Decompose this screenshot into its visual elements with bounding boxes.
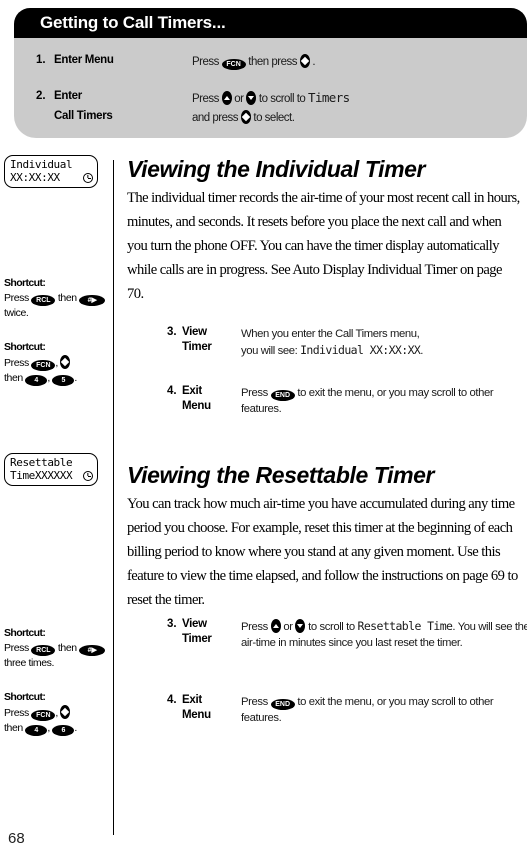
select-key-icon (299, 54, 310, 68)
individual-step-3-line1: When you enter the Call Timers menu, (241, 328, 420, 340)
individual-step-3-description: When you enter the Call Timers menu, you… (241, 326, 527, 359)
callout-step-2-name: Enter (54, 90, 82, 102)
shortcut-block-1: Shortcut: Press RCL then #▶ twice. (4, 276, 108, 321)
callout-step-2-description-line1: Press or to scroll to Timers (192, 90, 350, 105)
individual-step-3-name-line2: Timer (182, 341, 212, 353)
individual-step-3-line2-post: . (420, 345, 423, 357)
callout-header-bar: Getting to Call Timers... (14, 8, 527, 38)
lcd-display-individual: Individual XX:XX:XX (4, 155, 98, 188)
shortcut-4-body: Press FCN, then 4, 6. (4, 705, 77, 736)
lcd-individual-line2: XX:XX:XX (10, 171, 60, 184)
lcd-resettable-line2-row: TimeXXXXXX (10, 469, 93, 482)
section-heading-resettable-timer: Viewing the Resettable Timer (127, 462, 435, 488)
resettable-step-3-name-line2: Timer (182, 633, 212, 645)
shortcut-2-title: Shortcut: (4, 341, 46, 353)
pound-right-key-icon: #▶ (79, 295, 106, 306)
key-4-icon: 4 (25, 375, 48, 386)
lcd-individual-line2-row: XX:XX:XX (10, 171, 93, 184)
individual-step-4-number: 4. (167, 385, 177, 397)
shortcut-block-4: Shortcut: Press FCN, then 4, 6. (4, 690, 108, 736)
lcd-resettable-line2: TimeXXXXXX (10, 469, 73, 482)
fcn-key-icon: FCN (221, 59, 246, 70)
individual-step-3-display-value: Individual XX:XX:XX (300, 343, 421, 357)
end-key-icon: END (270, 699, 295, 710)
key-6-icon: 6 (52, 725, 75, 736)
resettable-step-4-number: 4. (167, 694, 177, 706)
individual-step-3-name: View (182, 326, 207, 338)
up-arrow-key-icon (270, 619, 281, 633)
section-body-resettable-timer: You can track how much air-time you have… (127, 496, 518, 608)
shortcut-block-3: Shortcut: Press RCL then #▶ three times. (4, 626, 108, 671)
getting-to-call-timers-callout: Getting to Call Timers... 1. Enter Menu … (14, 8, 527, 138)
resettable-step-3-number: 3. (167, 618, 177, 630)
clock-icon (83, 172, 93, 183)
section-body-individual-timer: The individual timer records the air-tim… (127, 190, 520, 302)
individual-step-4-name-line2: Menu (182, 400, 211, 412)
lcd-display-resettable: Resettable TimeXXXXXX (4, 453, 98, 486)
shortcut-4-title: Shortcut: (4, 691, 46, 703)
down-arrow-key-icon (295, 619, 306, 633)
resettable-step-4-name-line2: Menu (182, 709, 211, 721)
resettable-step-3-display-value: Resettable Time (357, 619, 453, 633)
resettable-step-4-description: Press END to exit the menu, or you may s… (241, 696, 494, 724)
clock-icon (83, 470, 93, 481)
individual-step-4-name: Exit (182, 385, 202, 397)
page-number: 68 (8, 830, 25, 847)
key-4-icon: 4 (25, 725, 48, 736)
up-arrow-key-icon (221, 91, 232, 105)
resettable-step-4-name: Exit (182, 694, 202, 706)
select-key-icon (240, 110, 251, 124)
callout-step-1-name: Enter Menu (54, 54, 114, 66)
shortcut-3-body: Press RCL then #▶ three times. (4, 641, 108, 671)
key-5-icon: 5 (52, 375, 75, 386)
select-key-icon (60, 355, 71, 369)
select-key-icon (60, 705, 71, 719)
column-divider-rule (113, 160, 114, 835)
lcd-resettable-line1: Resettable (10, 456, 73, 469)
shortcut-block-2: Shortcut: Press FCN, then 4, 5. (4, 340, 108, 386)
shortcut-3-title: Shortcut: (4, 627, 46, 639)
section-heading-individual-timer: Viewing the Individual Timer (127, 156, 426, 182)
shortcut-2-body: Press FCN, then 4, 5. (4, 355, 77, 386)
callout-step-2-number: 2. (36, 90, 46, 102)
rcl-key-icon: RCL (31, 295, 56, 306)
individual-step-3-line2-pre: you will see: (241, 345, 301, 357)
callout-step-2-description-line2: and press to select. (192, 110, 295, 124)
down-arrow-key-icon (246, 91, 257, 105)
callout-step-2-name-line2: Call Timers (54, 110, 113, 122)
pound-right-key-icon: #▶ (79, 645, 106, 656)
end-key-icon: END (270, 390, 295, 401)
callout-title: Getting to Call Timers... (40, 13, 226, 32)
individual-step-3-number: 3. (167, 326, 177, 338)
shortcut-1-body: Press RCL then #▶ twice. (4, 291, 108, 321)
resettable-step-3-name: View (182, 618, 207, 630)
resettable-step-3-description: Press or to scroll to Resettable Time. Y… (241, 618, 527, 651)
callout-step-1-description: Press FCN then press . (192, 54, 316, 70)
rcl-key-icon: RCL (31, 645, 56, 656)
lcd-individual-line1: Individual (10, 158, 73, 171)
callout-body: 1. Enter Menu Press FCN then press . 2. … (14, 38, 527, 138)
callout-step-1-number: 1. (36, 54, 46, 66)
shortcut-1-title: Shortcut: (4, 277, 46, 289)
fcn-key-icon: FCN (31, 360, 56, 371)
fcn-key-icon: FCN (31, 710, 56, 721)
individual-step-4-description: Press END to exit the menu, or you may s… (241, 387, 494, 415)
